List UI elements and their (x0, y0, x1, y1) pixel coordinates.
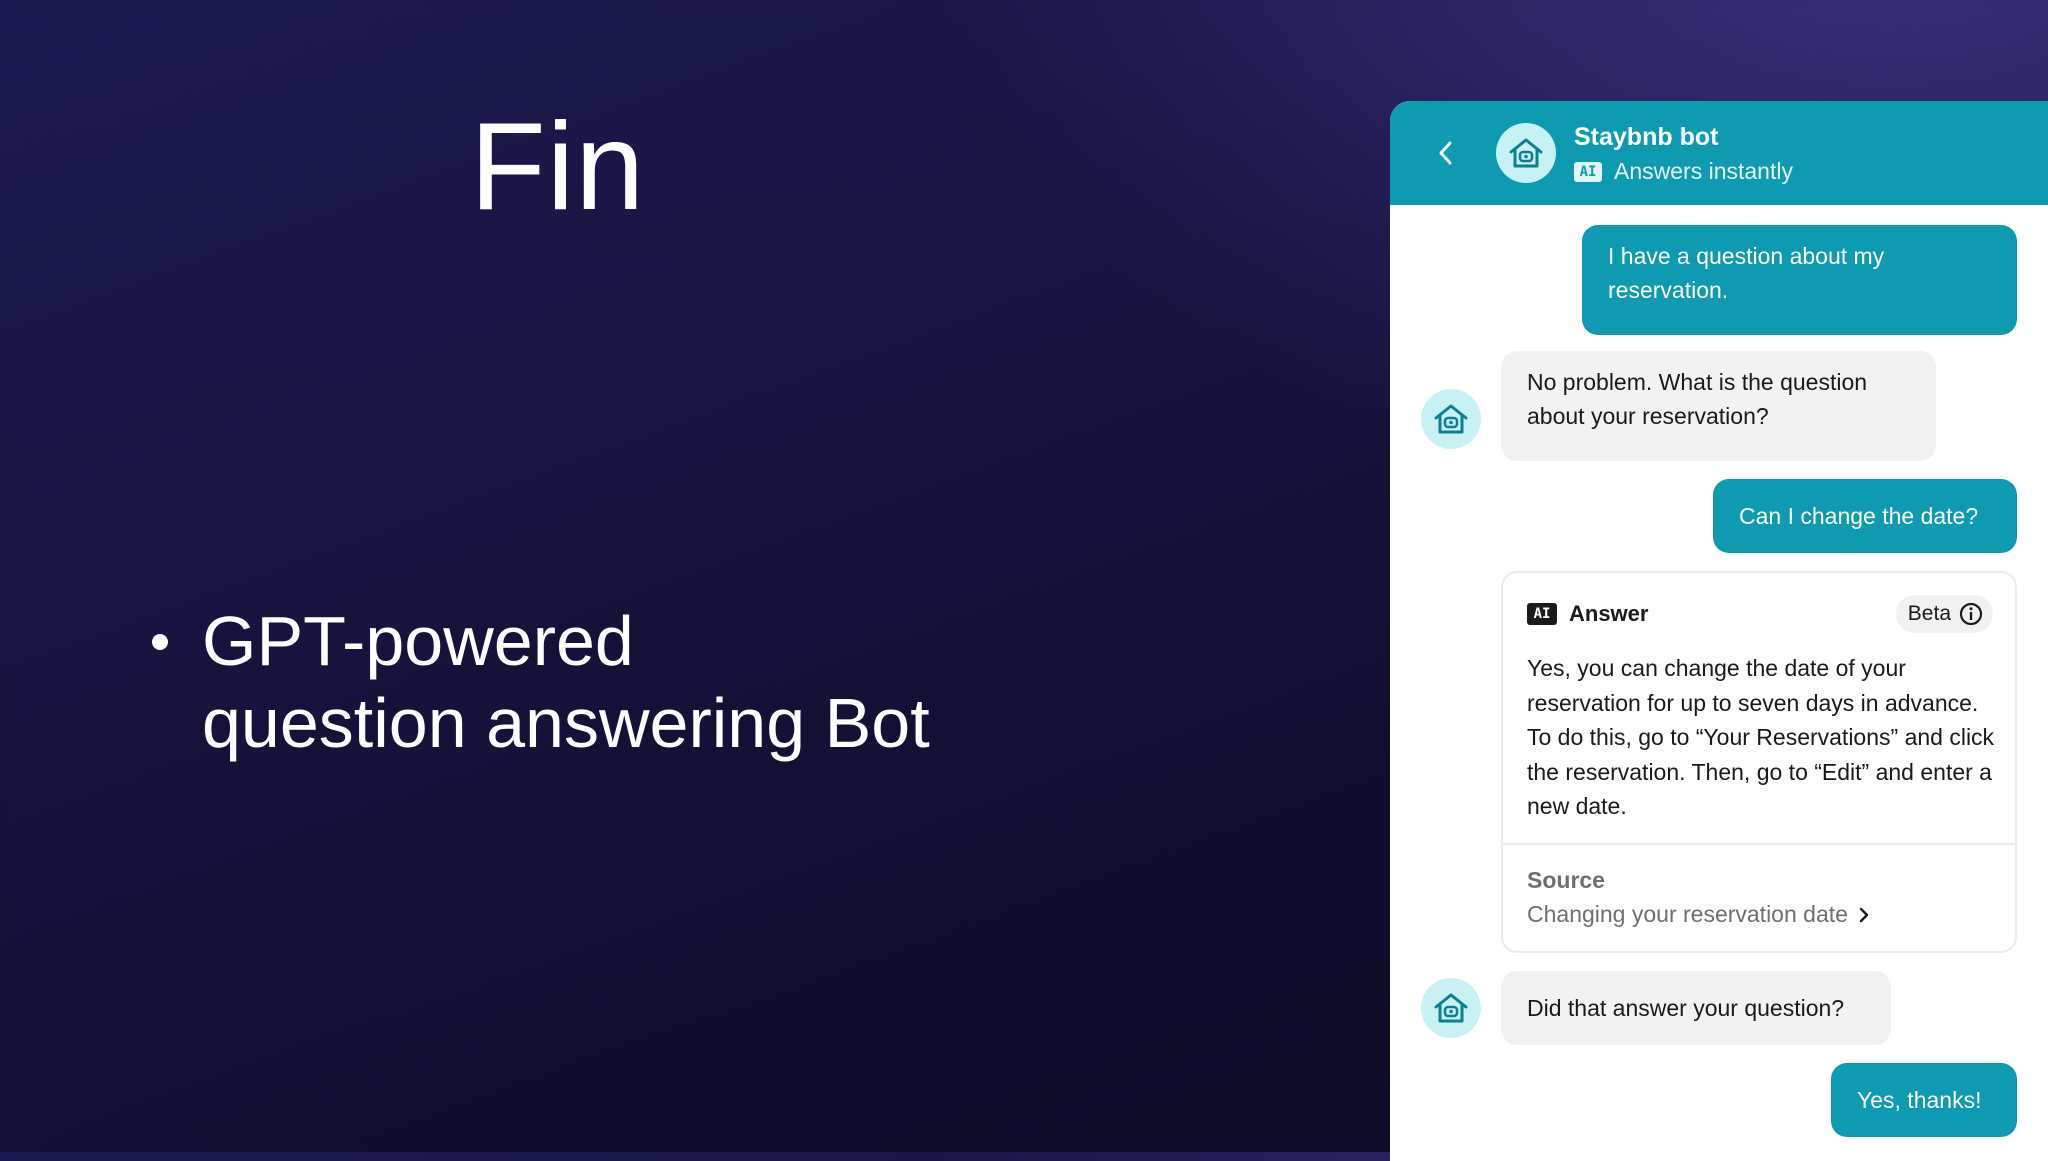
beta-label: Beta (1907, 602, 1951, 625)
info-icon (1959, 602, 1983, 626)
bullet-text: GPT-powered question answering Bot (202, 600, 930, 764)
chevron-left-icon (1439, 141, 1452, 165)
beta-badge[interactable]: Beta (1895, 595, 1993, 633)
answer-header: AI Answer (1527, 601, 1648, 627)
house-bot-icon (1434, 404, 1468, 434)
bot-avatar (1496, 123, 1556, 183)
source-link[interactable]: Changing your reservation date (1527, 901, 1870, 928)
chat-header: Staybnb bot AI Answers instantly (1390, 101, 2048, 205)
user-message-1: I have a question about my reservation. (1582, 225, 2017, 335)
bot-avatar-small (1421, 978, 1481, 1038)
ai-badge: AI (1527, 603, 1557, 625)
bot-message-1: No problem. What is the question about y… (1501, 351, 1936, 461)
house-bot-icon (1434, 993, 1468, 1023)
user-message-2: Can I change the date? (1713, 479, 2017, 553)
answer-body: Yes, you can change the date of your res… (1527, 655, 1995, 819)
status-text: Answers instantly (1614, 158, 1793, 184)
answer-label: Answer (1569, 601, 1649, 626)
bot-avatar-small (1421, 389, 1481, 449)
ai-badge: AI (1574, 161, 1602, 182)
answer-card: AI Answer Beta Yes, you can change the d… (1501, 571, 2017, 953)
user-message-3: Yes, thanks! (1831, 1063, 2017, 1137)
bullet-dot (152, 634, 168, 650)
bot-message-2: Did that answer your question? (1501, 971, 1891, 1045)
back-button[interactable] (1426, 133, 1466, 173)
house-bot-icon (1509, 138, 1543, 168)
bot-status: AI Answers instantly (1574, 158, 1793, 185)
bot-name: Staybnb bot (1574, 123, 1719, 151)
source-link-text: Changing your reservation date (1527, 901, 1848, 927)
source-label: Source (1527, 867, 1605, 893)
slide-title: Fin (470, 98, 646, 236)
chevron-right-icon (1859, 907, 1869, 922)
divider (1503, 843, 2015, 845)
chat-panel: Staybnb bot AI Answers instantly I have … (1390, 101, 2048, 1161)
bullet-line-1: GPT-powered (202, 602, 634, 680)
bullet-line-2: question answering Bot (202, 684, 930, 762)
bullet-item: GPT-powered question answering Bot (152, 600, 930, 764)
